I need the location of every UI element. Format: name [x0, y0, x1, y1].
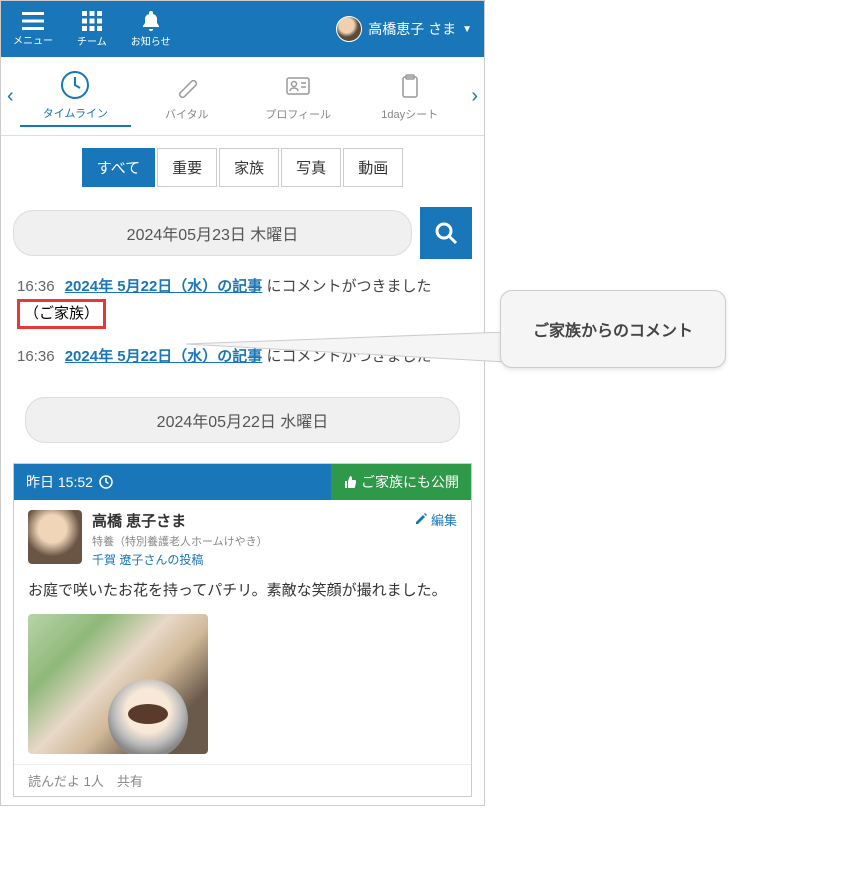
post-user-name: 高橋 恵子さま — [92, 510, 405, 531]
notification-suffix: にコメントがつきました — [262, 348, 431, 365]
post-card: 昨日 15:52 ご家族にも公開 高橋 恵子さま 特養（特別養護老人ホームけやき… — [13, 463, 472, 797]
user-name: 高橋恵子 さま — [368, 19, 456, 39]
filter-family[interactable]: 家族 — [219, 148, 279, 187]
thermometer-icon — [171, 70, 203, 102]
user-menu[interactable]: 高橋恵子 さま ▼ — [336, 16, 472, 42]
post-user-facility: 特養（特別養護老人ホームけやき） — [92, 533, 405, 549]
menu-label: メニュー — [13, 32, 53, 47]
notification-time: 16:36 — [17, 348, 55, 365]
family-tag-highlighted: （ご家族） — [17, 299, 106, 329]
notify-button[interactable]: お知らせ — [131, 11, 171, 48]
tab-timeline[interactable]: タイムライン — [20, 65, 131, 127]
top-bar: メニュー チーム お知らせ 高橋恵子 さま ▼ — [1, 1, 484, 57]
id-card-icon — [282, 70, 314, 102]
tab-label: バイタル — [165, 106, 209, 122]
thumbs-up-icon — [343, 475, 357, 489]
clipboard-icon — [394, 70, 426, 102]
date-bar: 2024年05月22日 水曜日 — [13, 389, 472, 451]
clock-icon — [59, 69, 91, 101]
clock-icon — [99, 475, 113, 489]
bell-icon — [142, 11, 160, 31]
notification-suffix: にコメントがつきました — [262, 278, 431, 295]
edit-button[interactable]: 編集 — [415, 510, 457, 568]
post-footer[interactable]: 読んだよ 1人 共有 — [14, 764, 471, 796]
hamburger-icon — [22, 12, 44, 30]
team-label: チーム — [77, 33, 107, 48]
post-time-header: 昨日 15:52 — [14, 464, 331, 500]
public-label: ご家族にも公開 — [361, 472, 459, 492]
post-header: 昨日 15:52 ご家族にも公開 — [14, 464, 471, 500]
team-button[interactable]: チーム — [77, 11, 107, 48]
tab-label: 1dayシート — [381, 106, 438, 122]
tab-label: タイムライン — [43, 105, 108, 121]
nav-prev[interactable]: ‹ — [1, 85, 20, 108]
post-time: 昨日 15:52 — [26, 472, 93, 492]
nav-next[interactable]: › — [465, 85, 484, 108]
notification-item[interactable]: 16:36 2024年 5月22日（水）の記事 にコメントがつきました （ご家族… — [1, 267, 484, 337]
filter-all[interactable]: すべて — [82, 148, 155, 187]
date-bar: 2024年05月23日 木曜日 — [1, 199, 484, 267]
post-text: お庭で咲いたお花を持ってパチリ。素敵な笑顔が撮れました。 — [28, 578, 457, 604]
notification-time: 16:36 — [17, 278, 55, 295]
notification-item[interactable]: 16:36 2024年 5月22日（水）の記事 にコメントがつきました — [1, 337, 484, 377]
public-badge[interactable]: ご家族にも公開 — [331, 464, 471, 500]
chevron-down-icon: ▼ — [462, 24, 472, 35]
callout-text: ご家族からのコメント — [533, 323, 693, 340]
search-icon — [433, 220, 459, 246]
nav-tabs: ‹ タイムライン バイタル プロフィール 1dayシート › — [1, 57, 484, 136]
avatar — [336, 16, 362, 42]
menu-button[interactable]: メニュー — [13, 12, 53, 47]
notification-link[interactable]: 2024年 5月22日（水）の記事 — [65, 348, 263, 365]
filter-important[interactable]: 重要 — [157, 148, 217, 187]
filter-video[interactable]: 動画 — [343, 148, 403, 187]
filter-photo[interactable]: 写真 — [281, 148, 341, 187]
date-label: 2024年05月22日 水曜日 — [25, 397, 460, 443]
edit-label: 編集 — [431, 513, 457, 528]
post-avatar — [28, 510, 82, 564]
tab-profile[interactable]: プロフィール — [243, 66, 354, 126]
callout-annotation: ご家族からのコメント — [500, 290, 726, 368]
post-author-link[interactable]: 千賀 遼子さんの投稿 — [92, 551, 405, 568]
filter-tabs: すべて 重要 家族 写真 動画 — [1, 136, 484, 199]
post-image[interactable] — [28, 614, 208, 754]
grid-icon — [82, 11, 102, 31]
tab-1day[interactable]: 1dayシート — [354, 66, 465, 126]
notification-link[interactable]: 2024年 5月22日（水）の記事 — [65, 278, 263, 295]
post-body: 高橋 恵子さま 特養（特別養護老人ホームけやき） 千賀 遼子さんの投稿 編集 お… — [14, 500, 471, 764]
tab-label: プロフィール — [265, 106, 331, 122]
search-button[interactable] — [420, 207, 472, 259]
notify-label: お知らせ — [131, 33, 171, 48]
tab-vital[interactable]: バイタル — [131, 66, 242, 126]
date-label: 2024年05月23日 木曜日 — [13, 210, 412, 256]
pencil-icon — [415, 513, 431, 528]
